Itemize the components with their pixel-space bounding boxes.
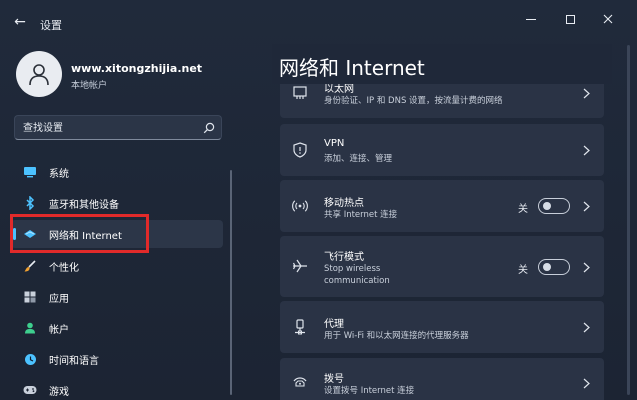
main-scrollbar[interactable] (627, 45, 630, 395)
sidebar-item-system[interactable]: 系统 (11, 158, 223, 186)
card-vpn[interactable]: VPN 添加、连接、管理 (280, 124, 604, 176)
bluetooth-icon (23, 196, 37, 210)
card-title: 飞行模式 (324, 252, 364, 263)
sidebar-item-accounts[interactable]: 帐户 (11, 314, 223, 342)
monitor-icon (23, 165, 37, 179)
card-proxy[interactable]: 代理 用于 Wi-Fi 和以太网连接的代理服务器 (280, 301, 604, 353)
maximize-button[interactable] (556, 8, 584, 30)
sidebar-item-label: 个性化 (49, 262, 79, 274)
sidebar-item-gaming[interactable]: 游戏 (11, 376, 223, 400)
proxy-icon (292, 319, 308, 335)
card-subtitle-line-2: communication (324, 276, 390, 286)
hotspot-toggle[interactable] (538, 198, 570, 214)
chevron-right-icon (581, 320, 591, 334)
shield-icon (292, 142, 308, 158)
sidebar-item-label: 应用 (49, 293, 69, 305)
chevron-right-icon (581, 86, 591, 100)
sidebar-item-label: 帐户 (49, 324, 69, 336)
app-title: 设置 (40, 19, 62, 32)
toggle-knob (543, 202, 551, 210)
apps-grid-icon (23, 290, 37, 304)
settings-window: ← 设置 www.xitongzhijia.net 本地帐户 查找设置 系统 蓝… (0, 0, 637, 400)
sidebar-item-apps[interactable]: 应用 (11, 283, 223, 311)
sidebar-item-label: 游戏 (49, 386, 69, 398)
search-box[interactable] (14, 115, 222, 140)
account-type: 本地帐户 (71, 81, 108, 91)
minimize-icon (526, 18, 536, 20)
card-title: VPN (324, 138, 345, 149)
chevron-right-icon (581, 260, 591, 274)
toggle-state-label: 关 (518, 204, 528, 215)
globe-clock-icon (23, 352, 37, 366)
toggle-state-label: 关 (518, 265, 528, 276)
card-subtitle: 共享 Internet 连接 (324, 210, 398, 220)
chevron-right-icon (581, 199, 591, 213)
card-title: 移动热点 (324, 198, 364, 209)
search-input[interactable] (23, 119, 193, 137)
sidebar-scrollbar[interactable] (230, 170, 232, 395)
card-subtitle: 设置拨号 Internet 连接 (324, 386, 415, 396)
sidebar-item-personalization[interactable]: 个性化 (11, 252, 223, 280)
card-mobile-hotspot[interactable]: 移动热点 共享 Internet 连接 关 (280, 180, 604, 232)
minimize-button[interactable] (517, 8, 545, 30)
person-icon (23, 321, 37, 335)
sidebar-item-label: 时间和语言 (49, 355, 99, 367)
card-subtitle: 添加、连接、管理 (324, 154, 393, 164)
ethernet-icon (292, 84, 308, 100)
card-title: 代理 (324, 319, 344, 330)
card-airplane-mode[interactable]: 飞行模式 Stop wireless communication 关 (280, 236, 604, 297)
avatar[interactable] (16, 51, 62, 97)
card-dial-up[interactable]: 拨号 设置拨号 Internet 连接 (280, 358, 604, 400)
gamepad-icon (23, 383, 37, 397)
page-title-overlay: 网络和 Internet (279, 56, 425, 80)
brush-icon (23, 259, 37, 273)
user-name: www.xitongzhijia.net (71, 62, 203, 75)
airplane-mode-toggle[interactable] (538, 259, 570, 275)
highlight-frame (10, 214, 149, 253)
sidebar-item-bluetooth[interactable]: 蓝牙和其他设备 (11, 189, 223, 217)
hotspot-icon (292, 198, 308, 214)
airplane-icon (292, 258, 308, 274)
arrow-left-icon: ← (14, 14, 26, 30)
sidebar-item-label: 系统 (49, 168, 69, 180)
toggle-knob (543, 263, 551, 271)
close-icon (603, 14, 613, 24)
maximize-icon (565, 14, 575, 24)
chevron-right-icon (581, 376, 591, 390)
chevron-right-icon (581, 143, 591, 157)
person-icon (29, 64, 49, 86)
close-button[interactable] (594, 8, 622, 30)
card-subtitle: 身份验证、IP 和 DNS 设置，按流量计费的网络 (324, 96, 503, 106)
card-title: 拨号 (324, 374, 344, 385)
card-subtitle-line-1: Stop wireless (324, 264, 381, 274)
card-subtitle: 用于 Wi-Fi 和以太网连接的代理服务器 (324, 331, 469, 341)
sidebar-item-time-language[interactable]: 时间和语言 (11, 345, 223, 373)
dialup-icon (292, 374, 308, 390)
search-icon[interactable] (202, 121, 216, 135)
title-bar: ← 设置 (0, 0, 637, 44)
sidebar-item-label: 蓝牙和其他设备 (49, 199, 119, 211)
back-button[interactable]: ← (10, 13, 30, 31)
